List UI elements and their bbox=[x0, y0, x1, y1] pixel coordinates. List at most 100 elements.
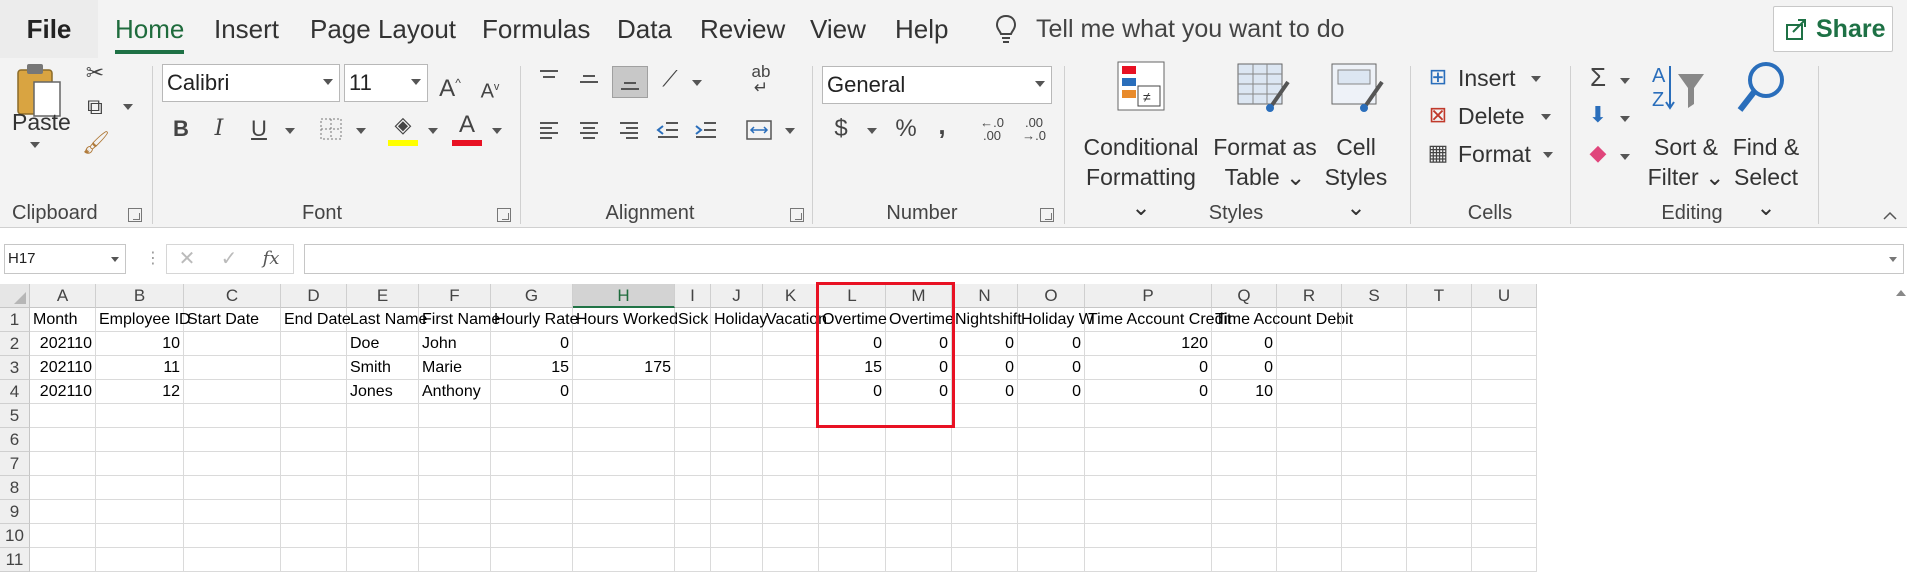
orientation-icon[interactable]: ⟋ bbox=[656, 64, 684, 94]
delete-cells-button[interactable]: Delete bbox=[1458, 102, 1524, 130]
cell-m11[interactable] bbox=[886, 548, 952, 572]
cell-u6[interactable] bbox=[1472, 428, 1537, 452]
cell-b7[interactable] bbox=[96, 452, 184, 476]
name-box[interactable]: H17 bbox=[4, 244, 126, 274]
cell-n8[interactable] bbox=[952, 476, 1018, 500]
cell-a8[interactable] bbox=[30, 476, 96, 500]
clear-dropdown-icon[interactable] bbox=[1620, 154, 1630, 160]
clear-icon[interactable]: ◆ bbox=[1586, 138, 1610, 168]
tab-formulas[interactable]: Formulas bbox=[482, 0, 590, 58]
cell-u5[interactable] bbox=[1472, 404, 1537, 428]
cell-g3[interactable]: 15 bbox=[491, 356, 573, 380]
formula-input[interactable] bbox=[304, 244, 1904, 274]
cell-h10[interactable] bbox=[573, 524, 675, 548]
cell-p8[interactable] bbox=[1085, 476, 1212, 500]
cell-e9[interactable] bbox=[347, 500, 419, 524]
comma-style-icon[interactable]: , bbox=[932, 110, 952, 140]
format-cells-button[interactable]: Format bbox=[1458, 140, 1531, 168]
cell-f10[interactable] bbox=[419, 524, 491, 548]
cell-k2[interactable] bbox=[763, 332, 819, 356]
tab-page-layout[interactable]: Page Layout bbox=[310, 0, 456, 58]
cell-q2[interactable]: 0 bbox=[1212, 332, 1277, 356]
merge-dropdown-icon[interactable] bbox=[785, 128, 795, 134]
cell-h11[interactable] bbox=[573, 548, 675, 572]
borders-icon[interactable] bbox=[320, 118, 342, 140]
cell-k7[interactable] bbox=[763, 452, 819, 476]
cell-l1[interactable]: Overtime bbox=[819, 308, 887, 332]
cell-a9[interactable] bbox=[30, 500, 96, 524]
format-cells-icon[interactable]: ▦ bbox=[1426, 138, 1450, 168]
cell-s7[interactable] bbox=[1342, 452, 1407, 476]
font-color-dropdown-icon[interactable] bbox=[492, 128, 502, 134]
cell-styles-icon[interactable] bbox=[1330, 60, 1386, 112]
cell-m8[interactable] bbox=[886, 476, 952, 500]
cell-h6[interactable] bbox=[573, 428, 675, 452]
cell-g6[interactable] bbox=[491, 428, 573, 452]
column-header-n[interactable]: N bbox=[952, 284, 1018, 308]
cell-s8[interactable] bbox=[1342, 476, 1407, 500]
number-format-select[interactable]: General bbox=[822, 66, 1052, 104]
cell-c1[interactable]: Start Date bbox=[184, 308, 281, 332]
tab-help[interactable]: Help bbox=[895, 0, 948, 58]
scroll-up-icon[interactable] bbox=[1896, 290, 1906, 296]
cell-e7[interactable] bbox=[347, 452, 419, 476]
insert-cells-icon[interactable]: ⊞ bbox=[1426, 62, 1450, 92]
insert-cells-button[interactable]: Insert bbox=[1458, 64, 1516, 92]
column-header-l[interactable]: L bbox=[819, 284, 886, 308]
cell-a5[interactable] bbox=[30, 404, 96, 428]
cell-i3[interactable] bbox=[675, 356, 711, 380]
align-center-icon[interactable] bbox=[578, 120, 600, 140]
cut-icon[interactable]: ✂ bbox=[82, 58, 108, 88]
cell-s9[interactable] bbox=[1342, 500, 1407, 524]
delete-dropdown-icon[interactable] bbox=[1541, 114, 1551, 120]
row-header-7[interactable]: 7 bbox=[0, 452, 30, 476]
fill-color-icon[interactable]: ◈ bbox=[388, 110, 418, 140]
column-header-j[interactable]: J bbox=[711, 284, 763, 308]
share-button[interactable]: Share bbox=[1773, 6, 1893, 52]
underline-button[interactable]: U bbox=[246, 114, 272, 144]
cell-l10[interactable] bbox=[819, 524, 886, 548]
row-header-3[interactable]: 3 bbox=[0, 356, 30, 380]
cell-c2[interactable] bbox=[184, 332, 281, 356]
cell-e1[interactable]: Last Name bbox=[347, 308, 427, 332]
cell-t3[interactable] bbox=[1407, 356, 1472, 380]
cell-i4[interactable] bbox=[675, 380, 711, 404]
cell-f5[interactable] bbox=[419, 404, 491, 428]
cell-r10[interactable] bbox=[1277, 524, 1342, 548]
cell-c4[interactable] bbox=[184, 380, 281, 404]
cell-m7[interactable] bbox=[886, 452, 952, 476]
cell-i9[interactable] bbox=[675, 500, 711, 524]
paste-dropdown-icon[interactable] bbox=[30, 142, 40, 148]
cell-k8[interactable] bbox=[763, 476, 819, 500]
cell-o6[interactable] bbox=[1018, 428, 1085, 452]
cell-d8[interactable] bbox=[281, 476, 347, 500]
cell-o10[interactable] bbox=[1018, 524, 1085, 548]
tell-me-search[interactable]: Tell me what you want to do bbox=[1036, 0, 1345, 58]
cell-e5[interactable] bbox=[347, 404, 419, 428]
cell-u4[interactable] bbox=[1472, 380, 1537, 404]
cell-c8[interactable] bbox=[184, 476, 281, 500]
cell-l11[interactable] bbox=[819, 548, 886, 572]
column-header-s[interactable]: S bbox=[1342, 284, 1407, 308]
column-header-d[interactable]: D bbox=[281, 284, 347, 308]
cell-n5[interactable] bbox=[952, 404, 1018, 428]
cell-k1[interactable]: Vacation bbox=[763, 308, 827, 332]
merge-center-icon[interactable] bbox=[746, 120, 772, 140]
grow-font-icon[interactable]: A^ bbox=[436, 68, 464, 104]
cell-h5[interactable] bbox=[573, 404, 675, 428]
cell-t5[interactable] bbox=[1407, 404, 1472, 428]
cell-u9[interactable] bbox=[1472, 500, 1537, 524]
cell-u1[interactable] bbox=[1472, 308, 1537, 332]
column-header-h[interactable]: H bbox=[573, 284, 675, 308]
format-as-table-button[interactable]: Format as Table ⌄ bbox=[1210, 132, 1320, 192]
cell-r6[interactable] bbox=[1277, 428, 1342, 452]
column-header-g[interactable]: G bbox=[491, 284, 573, 308]
cell-s5[interactable] bbox=[1342, 404, 1407, 428]
cell-a10[interactable] bbox=[30, 524, 96, 548]
cell-j9[interactable] bbox=[711, 500, 763, 524]
cell-q7[interactable] bbox=[1212, 452, 1277, 476]
cell-s1[interactable] bbox=[1342, 308, 1407, 332]
cell-l6[interactable] bbox=[819, 428, 886, 452]
cell-t11[interactable] bbox=[1407, 548, 1472, 572]
insert-dropdown-icon[interactable] bbox=[1531, 76, 1541, 82]
